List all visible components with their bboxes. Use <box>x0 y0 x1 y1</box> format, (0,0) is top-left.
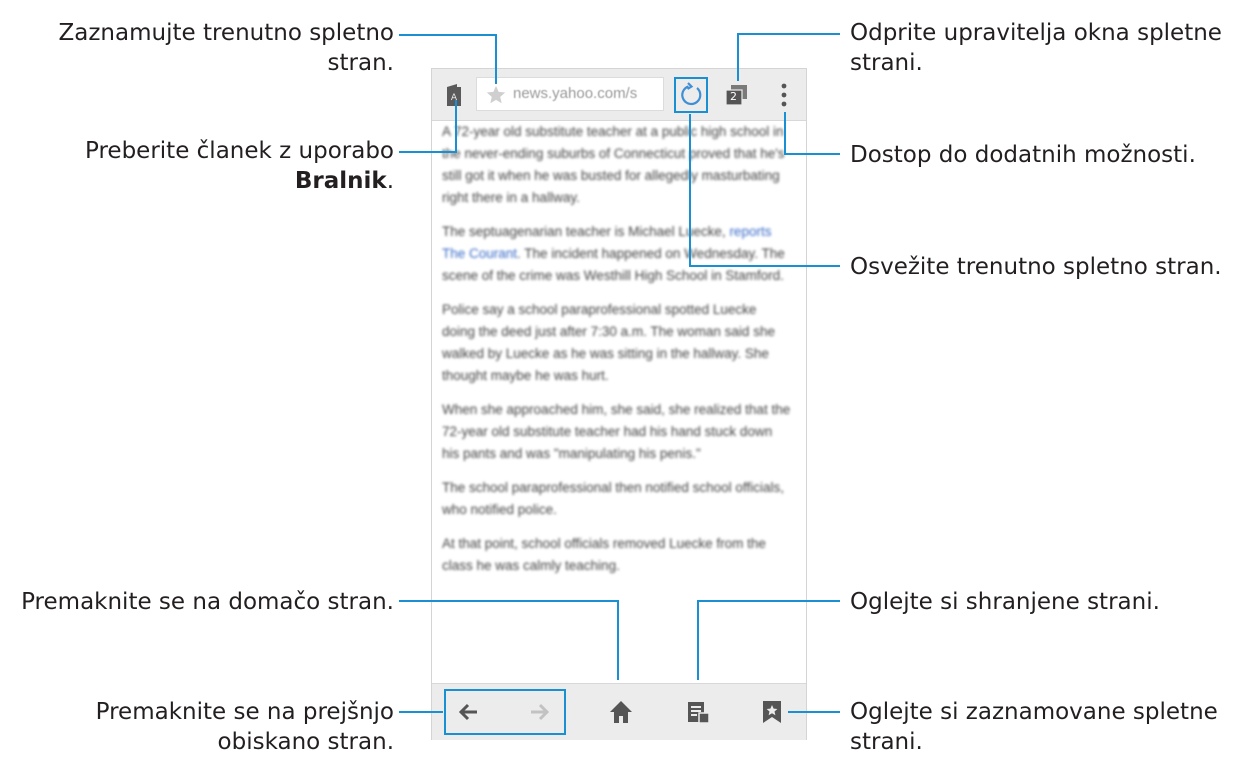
callout-more-options-text: Dostop do dodatnih možnosti. <box>850 142 1196 168</box>
home-icon[interactable] <box>608 699 634 729</box>
connector-line <box>788 711 840 713</box>
refresh-highlight <box>674 77 708 113</box>
article-paragraph: Police say a school paraprofessional spo… <box>442 302 775 383</box>
back-forward-highlight <box>444 689 566 735</box>
browser-toolbar: A news.yahoo.com/s 2 <box>432 69 806 121</box>
callout-bookmarks: Oglejte si zaznamovane spletne strani. <box>850 697 1218 757</box>
connector-line <box>399 34 497 36</box>
url-bar[interactable]: news.yahoo.com/s <box>476 77 664 111</box>
connector-line <box>737 33 840 35</box>
connector-line <box>784 153 840 155</box>
callout-saved-pages: Oglejte si shranjene strani. <box>850 587 1160 617</box>
callout-back: Premaknite se na prejšnjo obiskano stran… <box>96 697 394 757</box>
callout-window-manager-line1: Odprite upravitelja okna spletne <box>850 20 1222 46</box>
star-icon[interactable] <box>485 84 507 110</box>
saved-pages-icon[interactable] <box>685 699 711 729</box>
callout-window-manager: Odprite upravitelja okna spletne strani. <box>850 18 1222 78</box>
connector-line <box>455 100 457 153</box>
callout-saved-pages-text: Oglejte si shranjene strani. <box>850 589 1160 615</box>
connector-line <box>737 33 739 81</box>
bookmarks-icon[interactable] <box>760 699 784 729</box>
connector-line <box>784 112 786 155</box>
callout-refresh-text: Osvežite trenutno spletno stran. <box>850 254 1222 280</box>
connector-line <box>399 600 619 602</box>
article-paragraph: A 72-year old substitute teacher at a pu… <box>442 124 785 205</box>
callout-back-line1: Premaknite se na prejšnjo <box>95 699 394 725</box>
callout-bookmarks-line1: Oglejte si zaznamovane spletne <box>850 699 1218 725</box>
connector-line <box>617 600 619 680</box>
connector-line <box>399 151 457 153</box>
callout-back-line2: obiskano stran. <box>217 729 394 755</box>
callout-reader: Preberite članek z uporabo Bralnik. <box>14 136 394 196</box>
callout-bookmark-current-text: Zaznamujte trenutno spletno stran. <box>58 20 395 76</box>
callout-reader-text-a: Preberite članek z uporabo <box>85 138 394 164</box>
more-options-icon[interactable] <box>778 81 790 109</box>
callout-window-manager-line2: strani. <box>850 50 923 76</box>
connector-line <box>399 711 443 713</box>
callout-more-options: Dostop do dodatnih možnosti. <box>850 140 1196 170</box>
article-paragraph: At that point, school officials removed … <box>442 536 766 573</box>
callout-reader-text-c: . <box>386 168 394 194</box>
connector-line <box>689 114 691 267</box>
tab-count: 2 <box>730 90 737 103</box>
connector-line <box>495 34 497 84</box>
article-paragraph: The septuagenarian teacher is Michael Lu… <box>442 221 792 287</box>
article-content: A 72-year old substitute teacher at a pu… <box>442 121 792 681</box>
window-manager-icon[interactable]: 2 <box>724 82 750 108</box>
article-paragraph: The school paraprofessional then notifie… <box>442 480 784 517</box>
connector-line <box>697 600 699 680</box>
callout-bookmarks-line2: strani. <box>850 729 923 755</box>
article-paragraph: When she approached him, she said, she r… <box>442 402 791 461</box>
connector-line <box>689 265 840 267</box>
url-text: news.yahoo.com/s <box>513 85 638 102</box>
callout-refresh: Osvežite trenutno spletno stran. <box>850 252 1222 282</box>
article-text: The septuagenarian teacher is Michael Lu… <box>442 224 730 239</box>
callout-home-text: Premaknite se na domačo stran. <box>21 589 394 615</box>
connector-line <box>697 600 840 602</box>
reader-icon[interactable]: A <box>444 83 464 107</box>
callout-home: Premaknite se na domačo stran. <box>21 587 394 617</box>
browser-screen: A news.yahoo.com/s 2 A 72-year old subst… <box>431 68 807 740</box>
callout-bookmark-current: Zaznamujte trenutno spletno stran. <box>14 18 395 78</box>
callout-reader-text-b: Bralnik <box>294 168 387 194</box>
